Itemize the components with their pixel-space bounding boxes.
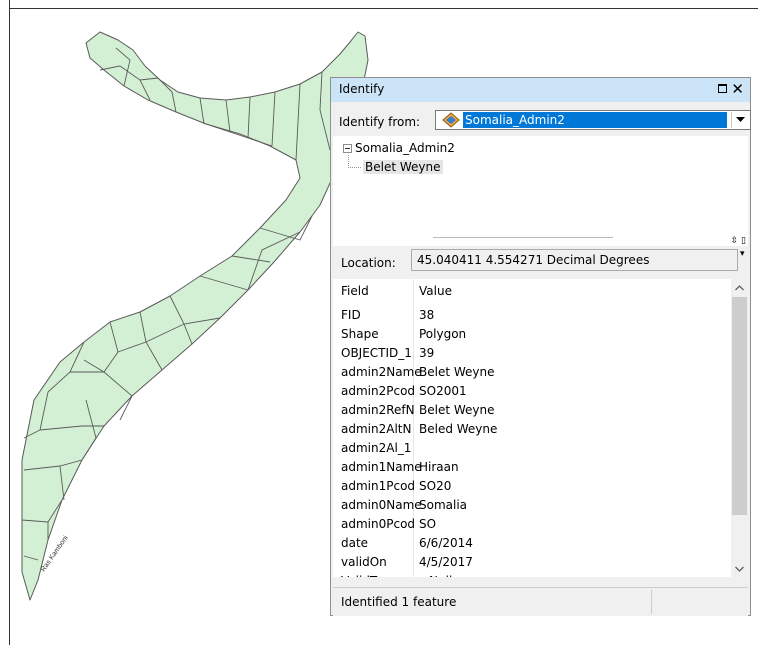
dropdown-button[interactable] [731, 112, 749, 128]
splitter-grip [433, 237, 613, 238]
location-field[interactable]: 45.040411 4.554271 Decimal Degrees [411, 249, 738, 271]
layer-icon [442, 112, 460, 128]
field-column-header: Field [341, 284, 369, 298]
table-row[interactable]: admin1Name Hiraan [333, 457, 731, 476]
table-row[interactable]: FID 38 [333, 305, 731, 324]
table-row[interactable]: admin0Name Somalia [333, 495, 731, 514]
collapse-toggle-icon[interactable] [343, 144, 352, 153]
field-value: SO [419, 517, 437, 531]
field-name: validOn [341, 555, 387, 569]
tree-layer-label: Somalia_Admin2 [355, 141, 455, 155]
field-value: 39 [419, 346, 435, 360]
tree-feature-node[interactable]: Belet Weyne [363, 160, 443, 174]
table-row[interactable]: OBJECTID_1 39 [333, 343, 731, 362]
pane-splitter[interactable]: ⇳ ▯ [333, 236, 748, 246]
table-row[interactable]: admin2Pcod SO2001 [333, 381, 731, 400]
chevron-down-icon [735, 566, 744, 572]
field-name: admin2Pcod [341, 384, 416, 398]
field-value: Belet Weyne [419, 365, 495, 379]
field-name: admin2RefN [341, 403, 415, 417]
field-name: admin2Al_1 [341, 441, 412, 455]
field-name: ValidTo [341, 574, 383, 577]
field-name: admin0Pcod [341, 517, 416, 531]
table-row[interactable]: validOn 4/5/2017 [333, 552, 731, 571]
field-value: Polygon [419, 327, 467, 341]
title-bar[interactable]: Identify ✕ [331, 78, 750, 102]
somalia-outline [21, 31, 369, 601]
field-name: admin1Pcod [341, 479, 416, 493]
table-row[interactable]: date 6/6/2014 [333, 533, 731, 552]
field-value: Belet Weyne [419, 403, 495, 417]
status-bar: Identified 1 feature [333, 587, 748, 616]
location-menu-icon[interactable]: ▾ [740, 249, 745, 259]
field-name: admin1Name [341, 460, 422, 474]
field-value: Hiraan [419, 460, 459, 474]
field-name: FID [341, 308, 361, 322]
table-header-row: Field Value [333, 281, 731, 300]
field-value: 4/5/2017 [419, 555, 473, 569]
field-name: admin0Name [341, 498, 422, 512]
identify-from-label: Identify from: [339, 115, 421, 129]
table-row[interactable]: admin2AltN Beled Weyne [333, 419, 731, 438]
table-row[interactable]: admin0Pcod SO [333, 514, 731, 533]
chevron-down-icon [736, 117, 745, 122]
close-button[interactable]: ✕ [731, 80, 744, 98]
scroll-up-button[interactable] [731, 279, 748, 296]
results-tree[interactable]: Somalia_Admin2 Belet Weyne [333, 136, 748, 236]
field-value: <Null> [419, 574, 462, 577]
field-name: date [341, 536, 369, 550]
value-column-header: Value [419, 284, 452, 298]
field-name: OBJECTID_1 [341, 346, 412, 360]
location-label: Location: [341, 256, 396, 270]
status-text: Identified 1 feature [341, 595, 457, 609]
maximize-button[interactable] [718, 84, 727, 93]
field-name: admin2Name [341, 365, 422, 379]
field-value: 38 [419, 308, 435, 322]
field-name: Shape [341, 327, 379, 341]
table-row[interactable]: admin2RefN Belet Weyne [333, 400, 731, 419]
identify-from-select[interactable]: Somalia_Admin2 [435, 110, 751, 130]
table-row[interactable]: admin2Al_1 [333, 438, 731, 457]
attribute-table[interactable]: Field Value FID 38 Shape Polygon OBJECTID_1 39 a… [333, 279, 748, 577]
table-row[interactable]: ValidTo <Null> [333, 571, 731, 577]
field-value: Beled Weyne [419, 422, 498, 436]
vertical-scrollbar[interactable] [731, 279, 748, 577]
table-row[interactable]: admin1Pcod SO20 [333, 476, 731, 495]
status-divider [651, 590, 652, 614]
identify-window[interactable]: Identify ✕ Identify from: Somalia_Admin2… [330, 77, 751, 616]
layout-toggle-icons[interactable]: ⇳ ▯ [731, 236, 746, 246]
window-title: Identify [339, 82, 385, 96]
field-value: Somalia [419, 498, 468, 512]
selected-layer: Somalia_Admin2 [463, 112, 727, 128]
tree-layer-node[interactable]: Somalia_Admin2 [343, 141, 455, 155]
chevron-up-icon [735, 284, 744, 290]
field-value: 6/6/2014 [419, 536, 473, 550]
field-value: SO2001 [419, 384, 467, 398]
table-row[interactable]: Shape Polygon [333, 324, 731, 343]
table-row[interactable]: admin2Name Belet Weyne [333, 362, 731, 381]
scroll-down-button[interactable] [731, 560, 748, 577]
field-value: SO20 [419, 479, 452, 493]
tree-connector [348, 155, 361, 168]
scroll-thumb[interactable] [732, 297, 747, 515]
field-name: admin2AltN [341, 422, 412, 436]
